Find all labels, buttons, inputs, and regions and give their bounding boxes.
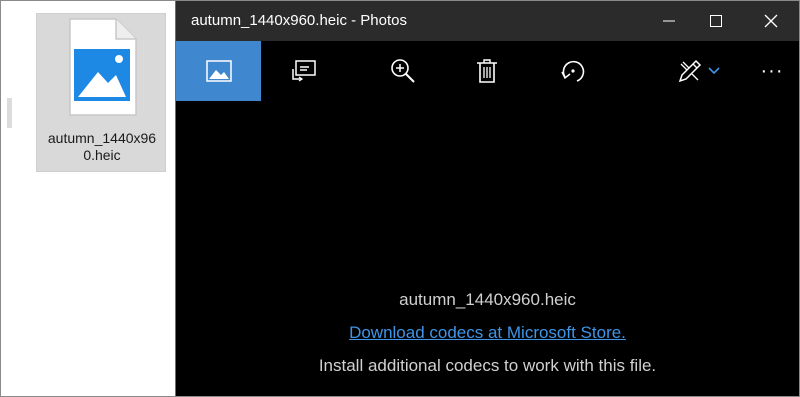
more-icon: ··· bbox=[760, 59, 784, 82]
maximize-button[interactable] bbox=[691, 1, 741, 41]
file-name-label: autumn_1440x960.heic bbox=[47, 130, 157, 163]
view-photo-button[interactable] bbox=[176, 41, 261, 101]
maximize-icon bbox=[710, 15, 722, 27]
edit-dropdown-button[interactable] bbox=[699, 41, 729, 101]
delete-button[interactable] bbox=[457, 41, 517, 101]
file-item[interactable]: autumn_1440x960.heic bbox=[36, 13, 166, 172]
rotate-icon bbox=[561, 60, 585, 82]
file-explorer-pane: autumn_1440x960.heic bbox=[1, 1, 175, 395]
minimize-icon bbox=[663, 20, 675, 22]
rotate-button[interactable] bbox=[543, 41, 603, 101]
minimize-button[interactable] bbox=[644, 1, 694, 41]
scrollbar-thumb[interactable] bbox=[7, 98, 12, 128]
photos-window: autumn_1440x960.heic - Photos ··· autumn… bbox=[175, 1, 799, 396]
chevron-down-icon bbox=[708, 67, 720, 75]
codec-info-text: Install additional codecs to work with t… bbox=[318, 356, 657, 375]
slideshow-button[interactable] bbox=[274, 41, 334, 101]
error-file-name: autumn_1440x960.heic bbox=[399, 290, 576, 309]
title-bar[interactable]: autumn_1440x960.heic - Photos bbox=[176, 1, 799, 41]
window-title: autumn_1440x960.heic - Photos bbox=[191, 12, 407, 29]
zoom-in-icon bbox=[391, 59, 415, 83]
image-file-icon bbox=[64, 17, 140, 117]
view-photo-icon bbox=[205, 60, 232, 82]
slideshow-icon bbox=[292, 60, 316, 82]
toolbar: ··· bbox=[176, 41, 799, 101]
delete-icon bbox=[477, 59, 497, 83]
close-icon bbox=[764, 14, 778, 28]
close-button[interactable] bbox=[746, 1, 796, 41]
download-codecs-link[interactable]: Download codecs at Microsoft Store. bbox=[176, 323, 799, 343]
zoom-in-button[interactable] bbox=[373, 41, 433, 101]
photo-viewer-area: autumn_1440x960.heic Download codecs at … bbox=[176, 101, 799, 396]
more-button[interactable]: ··· bbox=[742, 41, 800, 101]
